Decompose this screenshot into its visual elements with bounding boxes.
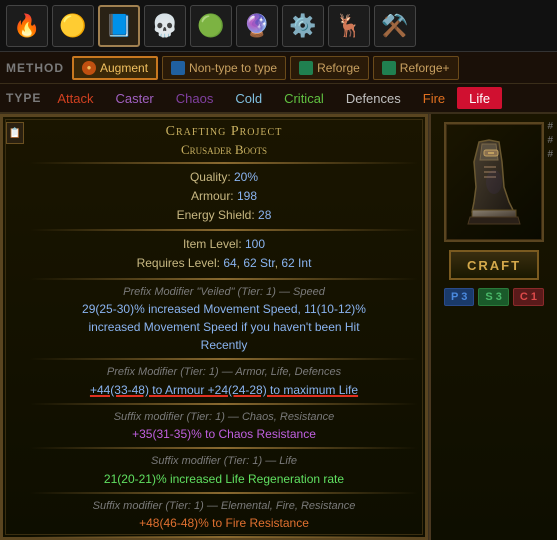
mod-header-2: Suffix modifier (Tier: 1) — Chaos, Resis… [30,409,418,426]
divider-1 [30,162,418,164]
divider-6 [30,447,418,449]
mod-header-1: Prefix Modifier (Tier: 1) — Armor, Life,… [30,364,418,381]
content-inner: Crafting Project Crusader Boots Quality:… [0,114,428,540]
suffix-count: S 3 [478,288,509,306]
method-bar: METHOD ● Augment Non-type to type Reforg… [0,52,557,84]
armour-value: 198 [237,189,257,203]
reforge-plus-label: Reforge+ [400,61,450,75]
icon-slot-3[interactable]: 📘 [98,5,140,47]
armour-label: Armour: [191,189,234,203]
tab-caster[interactable]: Caster [105,87,163,109]
mod-block-0: Prefix Modifier "Veiled" (Tier: 1) — Spe… [30,284,418,355]
mod-block-2: Suffix modifier (Tier: 1) — Chaos, Resis… [30,409,418,444]
icon-bar: 🔥 🟡 📘 💀 🟢 🔮 ⚙️ 🦌 ⚒️ [0,0,557,52]
energy-label: Energy Shield: [177,208,255,222]
divider-8 [30,536,418,538]
ilvl-value: 100 [245,237,265,251]
reforge-label: Reforge [317,61,360,75]
augment-button[interactable]: ● Augment [72,56,158,80]
main-area: 📋 Crafting Project Crusader Boots Qualit… [0,114,557,540]
requires-line: Requires Level: 64, 62 Str, 62 Int [30,254,418,273]
type-bar: TYPE Attack Caster Chaos Cold Critical D… [0,84,557,114]
quality-label: Quality: [190,170,231,184]
tab-chaos[interactable]: Chaos [166,87,224,109]
divider-2 [30,229,418,231]
icon-slot-1[interactable]: 🔥 [6,5,48,47]
tab-critical[interactable]: Critical [274,87,334,109]
divider-3 [30,278,418,280]
mod-value-0: 29(25-30)% increased Movement Speed, 11(… [30,300,418,354]
mod-block-3: Suffix modifier (Tier: 1) — Life 21(20-2… [30,453,418,488]
requires-value: 64 [223,256,236,270]
type-label: TYPE [6,91,41,105]
mod-header-0: Prefix Modifier "Veiled" (Tier: 1) — Spe… [30,284,418,301]
requires-label: Requires Level: [137,256,220,270]
item-preview [444,122,544,242]
mod-header-3: Suffix modifier (Tier: 1) — Life [30,453,418,470]
energy-line: Energy Shield: 28 [30,206,418,225]
non-type-icon [171,61,185,75]
tab-attack[interactable]: Attack [47,87,103,109]
icon-slot-5[interactable]: 🟢 [190,5,232,47]
mod-block-4: Suffix modifier (Tier: 1) — Elemental, F… [30,498,418,533]
method-label: METHOD [6,61,64,75]
boot-image [454,132,534,232]
tab-defences[interactable]: Defences [336,87,411,109]
augment-label: Augment [100,61,148,75]
reforge-plus-icon [382,61,396,75]
icon-slot-8[interactable]: 🦌 [328,5,370,47]
str-value: 62 Str [243,256,274,270]
reforge-icon [299,61,313,75]
left-panel: 📋 Crafting Project Crusader Boots Qualit… [0,114,429,540]
item-subtitle: Crusader Boots [30,142,418,158]
icon-slot-2[interactable]: 🟡 [52,5,94,47]
mod-block-1: Prefix Modifier (Tier: 1) — Armor, Life,… [30,364,418,399]
crafted-count: C 1 [513,288,544,306]
tab-life[interactable]: Life [457,87,502,109]
icon-slot-9[interactable]: ⚒️ [374,5,416,47]
quality-value: 20% [234,170,258,184]
divider-4 [30,358,418,360]
ilvl-label: Item Level: [183,237,242,251]
ilvl-line: Item Level: 100 [30,235,418,254]
int-value: 62 Int [281,256,311,270]
energy-value: 28 [258,208,271,222]
divider-7 [30,492,418,494]
mod-header-4: Suffix modifier (Tier: 1) — Elemental, F… [30,498,418,515]
mod-value-2: +35(31-35)% to Chaos Resistance [30,425,418,443]
augment-icon: ● [82,61,96,75]
reforge-plus-button[interactable]: Reforge+ [373,56,459,80]
non-type-label: Non-type to type [189,61,277,75]
psc-row: P 3 S 3 C 1 [444,288,544,306]
mod-value-1: +44(33-48) to Armour +24(24-28) to maxim… [30,381,418,399]
right-panel: ### [429,114,557,540]
item-title: Crafting Project [30,122,418,142]
tab-cold[interactable]: Cold [225,87,272,109]
icon-slot-6[interactable]: 🔮 [236,5,278,47]
icon-slot-7[interactable]: ⚙️ [282,5,324,47]
mod-value-3: 21(20-21)% increased Life Regeneration r… [30,470,418,488]
reforge-button[interactable]: Reforge [290,56,369,80]
prefix-count: P 3 [444,288,474,306]
icon-slot-4[interactable]: 💀 [144,5,186,47]
craft-button[interactable]: CRAFT [449,250,539,280]
quality-line: Quality: 20% [30,168,418,187]
mod-value-4: +48(46-48)% to Fire Resistance [30,514,418,532]
armour-line: Armour: 198 [30,187,418,206]
non-type-button[interactable]: Non-type to type [162,56,286,80]
divider-5 [30,403,418,405]
tab-fire[interactable]: Fire [413,87,455,109]
right-corner-text: ### [547,120,553,162]
